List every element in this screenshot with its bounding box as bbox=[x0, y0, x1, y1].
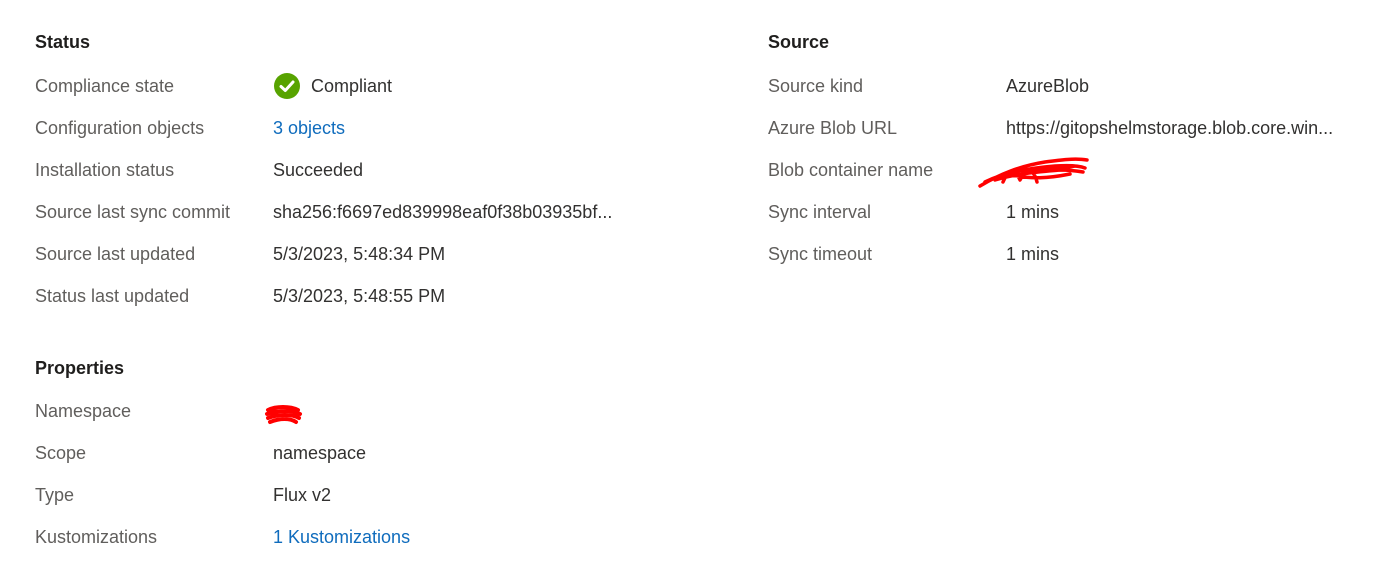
redaction-scribble-container bbox=[978, 157, 1089, 188]
azure-blob-url-value: https://gitopshelmstorage.blob.core.win.… bbox=[1006, 118, 1334, 138]
source-section-title: Source bbox=[768, 32, 830, 52]
source-last-sync-commit-label: Source last sync commit bbox=[35, 202, 231, 222]
source-last-sync-commit-value: sha256:f6697ed839998eaf0f38b03935bf... bbox=[273, 202, 613, 222]
compliance-state-label: Compliance state bbox=[35, 76, 175, 96]
redaction-scribble-namespace bbox=[265, 405, 302, 424]
status-last-updated-label: Status last updated bbox=[35, 286, 190, 306]
scope-value: namespace bbox=[273, 443, 367, 463]
sync-interval-value: 1 mins bbox=[1006, 202, 1060, 222]
blob-container-name-label: Blob container name bbox=[768, 160, 934, 180]
kustomizations-label: Kustomizations bbox=[35, 527, 158, 547]
status-section-title: Status bbox=[35, 32, 91, 52]
compliance-state-text: Compliant bbox=[311, 76, 393, 96]
configuration-objects-link[interactable]: 3 objects bbox=[273, 114, 345, 142]
compliance-state-value: Compliant bbox=[273, 72, 392, 100]
source-kind-label: Source kind bbox=[768, 76, 864, 96]
type-label: Type bbox=[35, 485, 75, 505]
source-last-updated-value: 5/3/2023, 5:48:34 PM bbox=[273, 244, 446, 264]
status-last-updated-value: 5/3/2023, 5:48:55 PM bbox=[273, 286, 446, 306]
installation-status-value: Succeeded bbox=[273, 160, 364, 180]
kustomizations-link[interactable]: 1 Kustomizations bbox=[273, 523, 410, 551]
sync-timeout-label: Sync timeout bbox=[768, 244, 873, 264]
type-value: Flux v2 bbox=[273, 485, 332, 505]
source-last-updated-label: Source last updated bbox=[35, 244, 196, 264]
sync-interval-label: Sync interval bbox=[768, 202, 872, 222]
installation-status-label: Installation status bbox=[35, 160, 175, 180]
namespace-label: Namespace bbox=[35, 401, 132, 421]
sync-timeout-value: 1 mins bbox=[1006, 244, 1060, 264]
properties-section-title: Properties bbox=[35, 358, 125, 378]
checkmark-circle-icon bbox=[274, 73, 300, 99]
configuration-objects-label: Configuration objects bbox=[35, 118, 205, 138]
azure-blob-url-label: Azure Blob URL bbox=[768, 118, 898, 138]
source-kind-value: AzureBlob bbox=[1006, 76, 1090, 96]
scope-label: Scope bbox=[35, 443, 87, 463]
